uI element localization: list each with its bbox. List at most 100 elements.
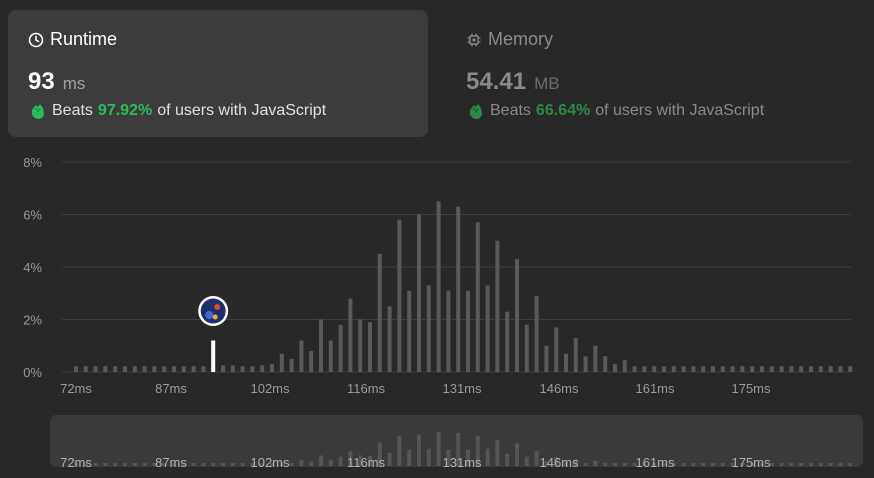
navigator-bar <box>809 463 813 466</box>
range-navigator[interactable]: 72ms 87ms 102ms 116ms 131ms 146ms 161ms 175ms <box>0 412 874 478</box>
bar <box>789 366 794 372</box>
memory-unit: MB <box>534 74 560 93</box>
runtime-card[interactable]: Runtime 93 ms Beats 97.92% of users with… <box>8 10 428 137</box>
runtime-distribution-chart[interactable]: 8% 6% 4% 2% 0% 72ms 87ms 102ms 116ms 131ms 146ms 16… <box>0 140 874 405</box>
bar <box>534 295 539 372</box>
bar <box>779 366 784 372</box>
bar <box>142 366 147 372</box>
bar <box>181 366 186 372</box>
navigator-x-label: 131ms <box>442 455 482 470</box>
runtime-beats: Beats 97.92% of users with JavaScript <box>28 101 326 121</box>
bar <box>818 366 823 372</box>
bar <box>93 366 98 372</box>
bar <box>299 340 304 372</box>
bar <box>132 366 137 372</box>
user-runtime-bar <box>211 340 216 372</box>
bar <box>573 337 578 372</box>
bar <box>270 364 274 372</box>
avatar-detail <box>214 304 221 310</box>
runtime-beats-suffix: of users with JavaScript <box>157 102 327 119</box>
navigator-bar <box>338 456 343 466</box>
bar <box>505 311 510 372</box>
bar <box>544 345 549 372</box>
memory-header: Memory <box>466 29 553 50</box>
bar <box>162 366 167 372</box>
runtime-number: 93 <box>28 68 55 95</box>
bar <box>740 366 745 372</box>
y-tick-label: 8% <box>23 155 42 170</box>
runtime-header: Runtime <box>28 29 117 50</box>
navigator-bar <box>93 463 98 466</box>
bar <box>387 306 392 372</box>
bar <box>701 366 706 372</box>
navigator-bar <box>142 463 147 466</box>
bar <box>603 356 608 372</box>
navigator-x-label: 102ms <box>250 455 290 470</box>
navigator-bar <box>848 463 853 466</box>
navigator-x-label: 146ms <box>539 455 579 470</box>
bar <box>417 214 421 372</box>
bar <box>495 240 500 372</box>
bar <box>113 366 118 372</box>
navigator-bar <box>426 448 431 466</box>
runtime-value: 93 ms <box>28 68 85 96</box>
bar <box>201 366 206 372</box>
navigator-bar <box>505 453 510 466</box>
runtime-beats-prefix: Beats <box>52 102 93 119</box>
bar <box>524 324 529 372</box>
navigator-bar <box>113 463 118 466</box>
navigator-bar <box>485 448 490 466</box>
bar <box>642 366 647 372</box>
memory-card[interactable]: Memory 54.41 MB Beats 66.64% of users wi… <box>446 10 866 137</box>
navigator-bar <box>240 463 245 466</box>
bar <box>230 365 235 372</box>
bar <box>240 366 245 372</box>
navigator-bar <box>818 463 823 466</box>
bar <box>652 366 657 372</box>
navigator-bar <box>407 449 412 466</box>
clap-icon <box>470 104 482 119</box>
bar <box>475 222 480 372</box>
bar <box>407 290 412 372</box>
bar <box>172 366 176 372</box>
navigator-bar <box>191 463 196 466</box>
bar <box>466 290 470 372</box>
navigator-bar <box>495 439 500 466</box>
bar <box>662 366 666 372</box>
bar <box>828 366 833 372</box>
navigator-bar <box>603 462 608 466</box>
bar <box>564 353 568 372</box>
navigator-bar <box>799 463 804 466</box>
bar <box>289 358 294 372</box>
bar <box>436 201 441 372</box>
navigator-bar <box>711 463 715 466</box>
navigator-bar <box>534 450 539 466</box>
navigator-bar <box>319 455 323 466</box>
memory-value: 54.41 MB <box>466 68 560 96</box>
bar <box>358 319 363 372</box>
bar <box>309 351 314 372</box>
navigator-bar <box>583 462 588 466</box>
bar <box>446 290 451 372</box>
bar <box>799 366 804 372</box>
y-tick-label: 2% <box>23 313 42 328</box>
navigator-bar <box>524 456 529 466</box>
memory-number: 54.41 <box>466 68 527 95</box>
navigator-bar <box>211 463 216 466</box>
bar <box>760 366 764 372</box>
navigator-bar <box>828 463 833 466</box>
navigator-bar <box>417 434 421 466</box>
navigator-bar <box>720 463 725 466</box>
bar <box>720 366 725 372</box>
bar <box>711 366 715 372</box>
navigator-x-label: 116ms <box>347 455 386 470</box>
x-tick-label: 72ms <box>60 381 92 396</box>
avatar-detail <box>205 311 214 319</box>
memory-beats-percent: 66.64% <box>535 102 591 119</box>
bar <box>319 319 323 372</box>
navigator-bar <box>681 463 686 466</box>
bar <box>368 322 372 372</box>
bar <box>750 366 755 372</box>
navigator-bar <box>397 435 402 466</box>
user-avatar <box>198 296 229 326</box>
